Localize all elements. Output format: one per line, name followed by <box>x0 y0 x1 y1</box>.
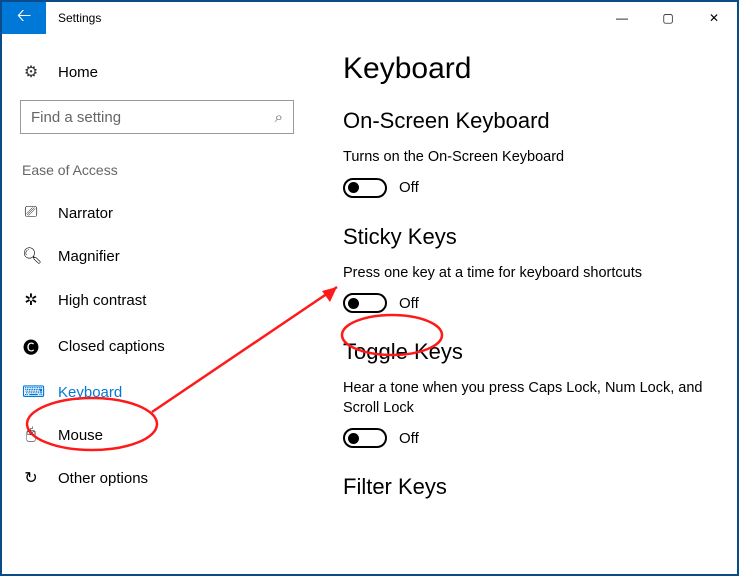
keyboard-icon: ⌨ <box>22 382 40 402</box>
page-title: Keyboard <box>343 52 707 86</box>
home-nav[interactable]: ⚙ Home <box>20 56 294 100</box>
search-input[interactable]: Find a setting ⌕ <box>20 100 294 134</box>
sidebar-item-label: Mouse <box>58 427 103 444</box>
search-icon: ⌕ <box>275 109 283 126</box>
sidebar-item-label: Keyboard <box>58 384 122 401</box>
toggle-knob <box>348 298 359 309</box>
toggle-knob <box>348 433 359 444</box>
section-title: On-Screen Keyboard <box>343 108 707 134</box>
onscreen-keyboard-toggle[interactable] <box>343 178 387 198</box>
sidebar-item-mouse[interactable]: 🖱 Mouse <box>20 414 294 456</box>
closed-captions-icon: 🅒 <box>22 334 40 358</box>
high-contrast-icon: ✲ <box>22 290 40 310</box>
home-label: Home <box>58 64 98 81</box>
section-desc: Turns on the On-Screen Keyboard <box>343 148 703 168</box>
section-toggle-keys: Toggle Keys Hear a tone when you press C… <box>343 339 707 448</box>
section-title: Toggle Keys <box>343 339 707 365</box>
sidebar: ⚙ Home Find a setting ⌕ Ease of Access ⎚… <box>2 34 312 574</box>
section-sticky-keys: Sticky Keys Press one key at a time for … <box>343 224 707 314</box>
gear-icon: ⚙ <box>22 62 40 82</box>
section-title: Sticky Keys <box>343 224 707 250</box>
sidebar-item-label: Narrator <box>58 205 113 222</box>
category-title: Ease of Access <box>20 162 294 178</box>
titlebar: 🡠 Settings — ▢ ✕ <box>2 2 737 34</box>
sidebar-item-other-options[interactable]: ↻ Other options <box>20 456 294 500</box>
app-title: Settings <box>46 2 599 34</box>
close-button[interactable]: ✕ <box>691 2 737 34</box>
toggle-state: Off <box>399 295 419 312</box>
other-options-icon: ↻ <box>22 468 40 488</box>
toggle-state: Off <box>399 430 419 447</box>
minimize-button[interactable]: — <box>599 2 645 34</box>
sidebar-item-high-contrast[interactable]: ✲ High contrast <box>20 278 294 322</box>
maximize-button[interactable]: ▢ <box>645 2 691 34</box>
sidebar-item-closed-captions[interactable]: 🅒 Closed captions <box>20 322 294 370</box>
window-controls: — ▢ ✕ <box>599 2 737 34</box>
toggle-knob <box>348 182 359 193</box>
narrator-icon: ⎚ <box>22 204 40 222</box>
section-filter-keys: Filter Keys <box>343 474 707 500</box>
sidebar-item-narrator[interactable]: ⎚ Narrator <box>20 192 294 234</box>
minimize-icon: — <box>616 11 628 25</box>
section-title: Filter Keys <box>343 474 707 500</box>
magnifier-icon: 🔍︎ <box>22 246 40 266</box>
section-on-screen-keyboard: On-Screen Keyboard Turns on the On-Scree… <box>343 108 707 198</box>
toggle-keys-toggle[interactable] <box>343 428 387 448</box>
mouse-icon: 🖱 <box>22 426 40 444</box>
sidebar-item-label: Closed captions <box>58 338 165 355</box>
content-pane: Keyboard On-Screen Keyboard Turns on the… <box>312 34 737 574</box>
back-button[interactable]: 🡠 <box>2 2 46 34</box>
sidebar-item-label: Other options <box>58 470 148 487</box>
sidebar-item-keyboard[interactable]: ⌨ Keyboard <box>20 370 294 414</box>
toggle-state: Off <box>399 179 419 196</box>
maximize-icon: ▢ <box>662 11 673 25</box>
arrow-left-icon: 🡠 <box>17 3 32 33</box>
sidebar-item-magnifier[interactable]: 🔍︎ Magnifier <box>20 234 294 278</box>
sidebar-item-label: High contrast <box>58 292 146 309</box>
search-placeholder: Find a setting <box>31 109 275 126</box>
sidebar-item-label: Magnifier <box>58 248 120 265</box>
section-desc: Hear a tone when you press Caps Lock, Nu… <box>343 379 703 418</box>
settings-window: 🡠 Settings — ▢ ✕ ⚙ Home Find a setting ⌕… <box>0 0 739 576</box>
section-desc: Press one key at a time for keyboard sho… <box>343 264 703 284</box>
close-icon: ✕ <box>709 11 719 25</box>
sticky-keys-toggle[interactable] <box>343 293 387 313</box>
